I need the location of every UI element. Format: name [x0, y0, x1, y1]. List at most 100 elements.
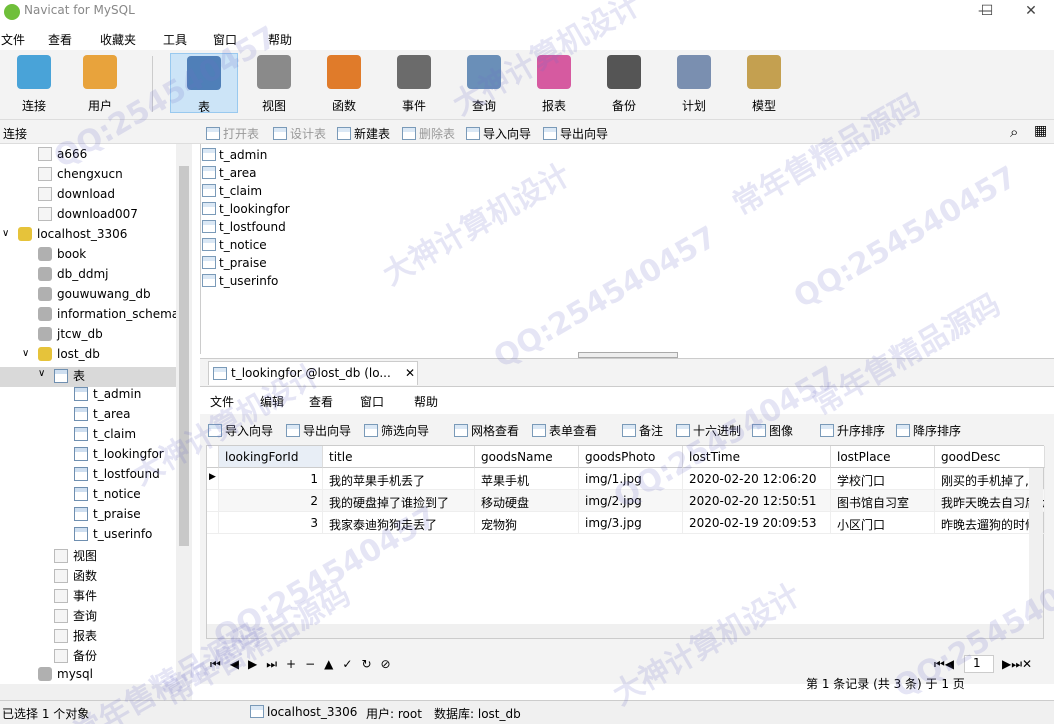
tree-item-localhost_3306[interactable]: ∨ localhost_3306 — [0, 227, 176, 247]
column-header-goodsPhoto[interactable]: goodsPhoto — [579, 446, 683, 468]
tab-t-lookingfor[interactable]: t_lookingfor @lost_db (lo... ✕ — [208, 361, 418, 385]
tree-scrollbar[interactable] — [176, 144, 192, 684]
toolbar-report-button[interactable]: 报表 — [520, 53, 588, 113]
column-header-lookingForId[interactable]: lookingForId — [219, 446, 323, 468]
tree-item-download007[interactable]: download007 — [0, 207, 176, 227]
tree-item-a666[interactable]: a666 — [0, 147, 176, 167]
tree-item-gouwuwang_db[interactable]: gouwuwang_db — [0, 287, 176, 307]
editor-menu-3[interactable]: 窗口 — [360, 393, 384, 410]
table-cell[interactable]: 2020-02-19 20:09:53 — [683, 512, 831, 534]
toolbar-backup-button[interactable]: 备份 — [590, 53, 658, 113]
editor-menu-1[interactable]: 编辑 — [260, 393, 284, 410]
expand-arrow-icon[interactable]: ∨ — [22, 348, 29, 359]
column-header-title[interactable]: title — [323, 446, 475, 468]
nav-buttons[interactable]: ⏮◀▶⏭+−▲✓↻⊘ — [210, 657, 400, 672]
open-table-button[interactable]: 打开表 — [206, 125, 259, 142]
object-table-t_lookingfor[interactable]: t_lookingfor — [202, 202, 290, 220]
menu-help[interactable]: 帮助 — [268, 31, 292, 48]
tree-item-book[interactable]: book — [0, 247, 176, 267]
expand-arrow-icon[interactable]: ∨ — [2, 228, 9, 239]
row-indicator[interactable] — [207, 512, 219, 534]
tree-item-t_userinfo[interactable]: t_userinfo — [0, 527, 176, 547]
table-cell[interactable]: 1 — [219, 468, 323, 490]
table-cell[interactable]: 学校门口 — [831, 468, 935, 490]
delete-table-button[interactable]: 删除表 — [402, 125, 455, 142]
toolbar-connect-button[interactable]: 连接 — [0, 53, 68, 113]
toolbar-table-button[interactable]: 表 — [170, 53, 238, 114]
object-table-t_userinfo[interactable]: t_userinfo — [202, 274, 278, 292]
row-indicator[interactable] — [207, 490, 219, 512]
tree-item-表[interactable]: ∨ 表 — [0, 367, 176, 387]
table-cell[interactable]: 宠物狗 — [475, 512, 579, 534]
toolbar-function-button[interactable]: 函数 — [310, 53, 378, 113]
design-table-button[interactable]: 设计表 — [273, 125, 326, 142]
editor-tool-8[interactable]: 升序排序 — [820, 422, 885, 439]
table-cell[interactable]: 2 — [219, 490, 323, 512]
table-cell[interactable]: img/2.jpg — [579, 490, 683, 512]
editor-tool-5[interactable]: 备注 — [622, 422, 663, 439]
tree-item-事件[interactable]: 事件 — [0, 587, 176, 607]
page-input[interactable]: 1 — [964, 655, 994, 673]
editor-tool-4[interactable]: 表单查看 — [532, 422, 597, 439]
menu-view[interactable]: 查看 — [48, 31, 72, 48]
tree-item-函数[interactable]: 函数 — [0, 567, 176, 587]
row-indicator[interactable]: ▶ — [207, 468, 219, 490]
object-table-t_praise[interactable]: t_praise — [202, 256, 267, 274]
tree-item-视图[interactable]: 视图 — [0, 547, 176, 567]
object-table-t_lostfound[interactable]: t_lostfound — [202, 220, 286, 238]
tree-item-报表[interactable]: 报表 — [0, 627, 176, 647]
menu-favorites[interactable]: 收藏夹 — [100, 31, 136, 48]
new-table-button[interactable]: 新建表 — [337, 125, 390, 142]
maximize-button[interactable]: ☐ — [964, 0, 1010, 24]
tree-item-t_lostfound[interactable]: t_lostfound — [0, 467, 176, 487]
page-last-icon[interactable]: ▶⏭✕ — [1002, 657, 1032, 672]
column-header-lostTime[interactable]: lostTime — [683, 446, 831, 468]
editor-tool-3[interactable]: 网格查看 — [454, 422, 519, 439]
table-cell[interactable]: 我家泰迪狗狗走丢了 — [323, 512, 475, 534]
tree-item-download[interactable]: download — [0, 187, 176, 207]
tree-hscrollbar[interactable] — [0, 684, 192, 700]
toolbar-schedule-button[interactable]: 计划 — [660, 53, 728, 113]
object-table-t_admin[interactable]: t_admin — [202, 148, 267, 166]
table-cell[interactable]: 2020-02-20 12:06:20 — [683, 468, 831, 490]
menu-file[interactable]: 文件 — [1, 31, 25, 48]
table-cell[interactable]: 小区门口 — [831, 512, 935, 534]
tree-item-lost_db[interactable]: ∨ lost_db — [0, 347, 176, 367]
editor-menu-0[interactable]: 文件 — [210, 393, 234, 410]
menu-window[interactable]: 窗口 — [213, 31, 237, 48]
grid-view-icon[interactable]: ▦ — [1034, 123, 1047, 139]
tree-item-t_area[interactable]: t_area — [0, 407, 176, 427]
tree-item-查询[interactable]: 查询 — [0, 607, 176, 627]
export-wizard-button[interactable]: 导出向导 — [543, 125, 608, 142]
table-cell[interactable]: img/1.jpg — [579, 468, 683, 490]
editor-tool-6[interactable]: 十六进制 — [676, 422, 741, 439]
tree-item-t_praise[interactable]: t_praise — [0, 507, 176, 527]
tree-item-t_admin[interactable]: t_admin — [0, 387, 176, 407]
tree-item-t_lookingfor[interactable]: t_lookingfor — [0, 447, 176, 467]
tree-item-chengxucn[interactable]: chengxucn — [0, 167, 176, 187]
object-table-t_area[interactable]: t_area — [202, 166, 256, 184]
tree-item-t_notice[interactable]: t_notice — [0, 487, 176, 507]
toolbar-model-button[interactable]: 模型 — [730, 53, 798, 113]
tree-scroll-thumb[interactable] — [179, 166, 189, 546]
toolbar-event-button[interactable]: 事件 — [380, 53, 448, 113]
object-table-t_claim[interactable]: t_claim — [202, 184, 262, 202]
editor-tool-7[interactable]: 图像 — [752, 422, 793, 439]
editor-tool-0[interactable]: 导入向导 — [208, 422, 273, 439]
table-cell[interactable]: 移动硬盘 — [475, 490, 579, 512]
editor-menu-2[interactable]: 查看 — [309, 393, 333, 410]
toolbar-user-button[interactable]: 用户 — [66, 53, 134, 113]
table-cell[interactable]: 我的苹果手机丢了 — [323, 468, 475, 490]
column-header-goodDesc[interactable]: goodDesc — [935, 446, 1045, 468]
table-cell[interactable]: 3 — [219, 512, 323, 534]
toolbar-view-button[interactable]: 视图 — [240, 53, 308, 113]
tree-item-jtcw_db[interactable]: jtcw_db — [0, 327, 176, 347]
tab-close-icon[interactable]: ✕ — [405, 366, 415, 380]
grid-vscrollbar[interactable] — [1029, 468, 1043, 638]
table-cell[interactable]: 图书馆自习室 — [831, 490, 935, 512]
editor-tool-2[interactable]: 筛选向导 — [364, 422, 429, 439]
close-button[interactable]: ✕ — [1008, 0, 1054, 24]
tree-item-t_claim[interactable]: t_claim — [0, 427, 176, 447]
table-cell[interactable]: 2020-02-20 12:50:51 — [683, 490, 831, 512]
object-table-t_notice[interactable]: t_notice — [202, 238, 267, 256]
